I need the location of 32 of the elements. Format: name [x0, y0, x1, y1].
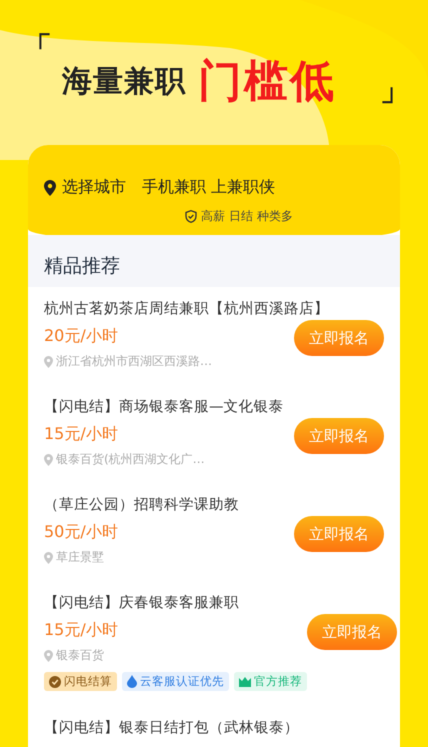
job-tag: 官方推荐 — [234, 672, 307, 691]
section-title: 精品推荐 — [28, 235, 400, 287]
job-title[interactable]: 【闪电结】庆春银泰客服兼职 — [44, 593, 239, 612]
job-pay: 20元/小时 — [44, 326, 119, 347]
job-address: 银泰百货 — [56, 647, 104, 664]
crown-icon — [239, 676, 251, 687]
job-pay: 15元/小时 — [44, 620, 119, 641]
check-icon — [49, 676, 61, 688]
location-pin-icon — [44, 552, 53, 564]
drop-icon — [127, 675, 137, 688]
location-pin-icon — [44, 650, 53, 662]
features-text: 高薪 日结 种类多 — [201, 208, 293, 225]
quote-mark: 」 — [380, 72, 410, 110]
job-pay: 15元/小时 — [44, 424, 119, 445]
quote-mark: 「 — [22, 30, 52, 68]
job-title[interactable]: 【闪电结】银泰日结打包（武林银泰） — [44, 718, 299, 737]
city-selector[interactable]: 选择城市 — [62, 177, 126, 198]
location-pin-icon — [44, 180, 56, 196]
headline: 海量兼职 — [62, 63, 186, 101]
job-address: 银泰百货(杭州西湖文化广… — [56, 451, 205, 468]
job-tag: 闪电结算 — [44, 672, 117, 691]
job-address: 浙江省杭州市西湖区西溪路… — [56, 353, 212, 370]
job-title[interactable]: （草庄公园）招聘科学课助教 — [44, 495, 239, 514]
job-title[interactable]: 【闪电结】商场银泰客服—文化银泰 — [44, 397, 284, 416]
shield-check-icon — [185, 210, 198, 223]
slogan: 手机兼职 上兼职侠 — [142, 177, 276, 198]
job-pay: 50元/小时 — [44, 522, 119, 543]
job-address: 草庄景墅 — [56, 549, 104, 566]
job-title[interactable]: 杭州古茗奶茶店周结兼职【杭州西溪路店】 — [44, 299, 329, 318]
job-tag: 云客服认证优先 — [122, 672, 229, 691]
location-pin-icon — [44, 356, 53, 368]
location-pin-icon — [44, 454, 53, 466]
